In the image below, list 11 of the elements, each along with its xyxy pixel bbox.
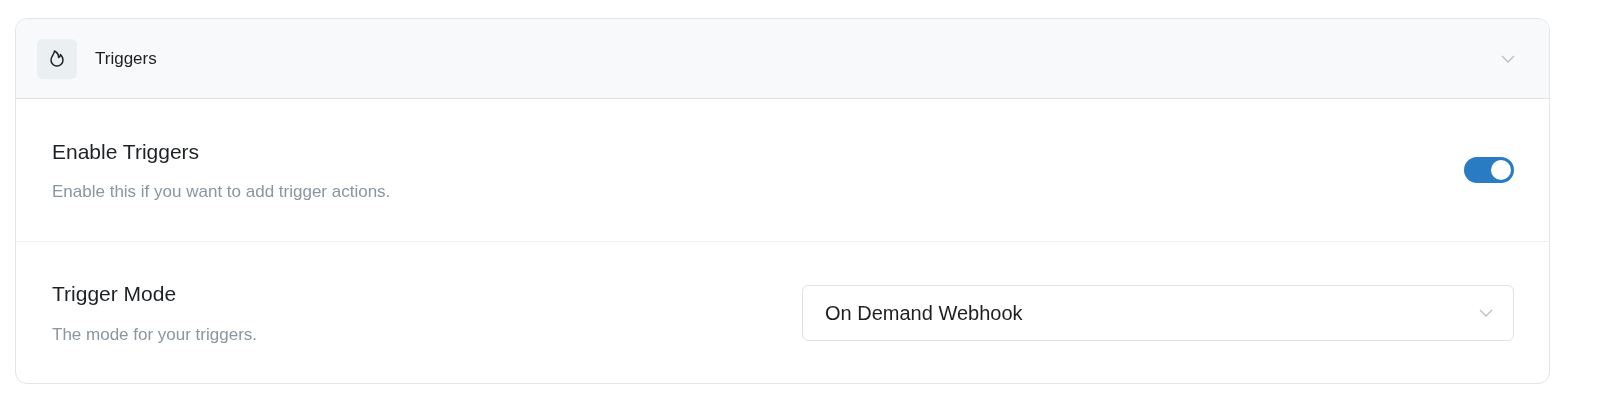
- section-title: Triggers: [95, 47, 157, 70]
- toggle-switch[interactable]: [1464, 157, 1514, 183]
- setting-label: Enable Triggers: [52, 138, 201, 165]
- setting-label: Trigger Mode: [52, 281, 178, 307]
- chevron-icon: [1501, 54, 1515, 63]
- setting-description: Enable this if you want to add trigger actions.: [52, 181, 392, 203]
- flame-icon: [37, 38, 77, 79]
- chevron-icon: [1479, 308, 1493, 317]
- dropdown-select[interactable]: On Demand Webhook: [802, 284, 1514, 341]
- setting-description: The mode for your triggers.: [52, 323, 259, 346]
- section-header[interactable]: Triggers: [16, 19, 1549, 99]
